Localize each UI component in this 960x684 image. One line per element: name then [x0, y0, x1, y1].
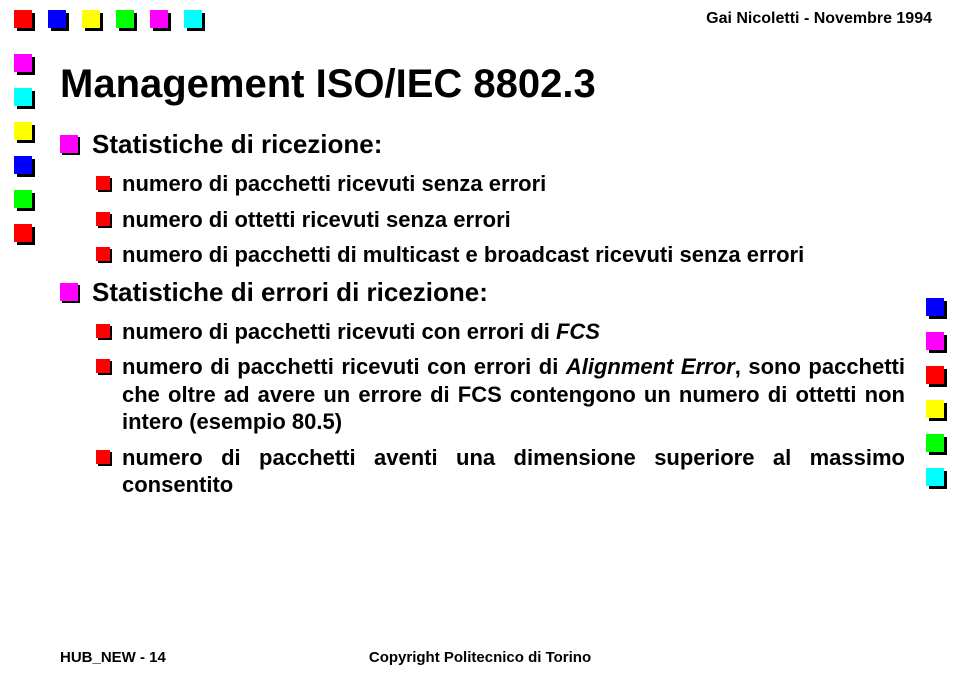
- square-bullet-icon: [60, 135, 78, 153]
- level2-text: numero di pacchetti aventi una dimension…: [122, 444, 905, 499]
- level2-item: numero di pacchetti ricevuti con errori …: [96, 353, 905, 436]
- level1-text: Statistiche di errori di ricezione:: [92, 277, 488, 308]
- slide-title: Management ISO/IEC 8802.3: [60, 62, 905, 107]
- decorative-square: [116, 10, 134, 28]
- level1-item: Statistiche di ricezione:: [60, 129, 905, 160]
- decorative-square: [14, 10, 32, 28]
- level2-item: numero di pacchetti di multicast e broad…: [96, 241, 905, 269]
- decorative-square: [14, 224, 32, 242]
- level2-item: numero di pacchetti ricevuti senza error…: [96, 170, 905, 198]
- slide-content: Management ISO/IEC 8802.3 Statistiche di…: [60, 62, 905, 507]
- decorative-square: [14, 190, 32, 208]
- decorative-square: [14, 54, 32, 72]
- level2-text: numero di pacchetti ricevuti senza error…: [122, 170, 546, 198]
- decorative-square: [150, 10, 168, 28]
- decorative-square: [14, 88, 32, 106]
- level2-text: numero di ottetti ricevuti senza errori: [122, 206, 511, 234]
- decorative-square: [926, 400, 944, 418]
- decorative-square: [184, 10, 202, 28]
- level2-text: numero di pacchetti ricevuti con errori …: [122, 353, 905, 436]
- square-bullet-icon: [96, 176, 110, 190]
- decorative-square: [14, 156, 32, 174]
- decorative-square: [926, 298, 944, 316]
- decorative-square: [926, 468, 944, 486]
- level1-item: Statistiche di errori di ricezione:: [60, 277, 905, 308]
- square-bullet-icon: [96, 247, 110, 261]
- square-bullet-icon: [96, 450, 110, 464]
- square-bullet-icon: [60, 283, 78, 301]
- decorative-square: [926, 434, 944, 452]
- decorative-square: [14, 122, 32, 140]
- level2-item: numero di pacchetti ricevuti con errori …: [96, 318, 905, 346]
- level2-text: numero di pacchetti ricevuti con errori …: [122, 318, 600, 346]
- level2-text: numero di pacchetti di multicast e broad…: [122, 241, 804, 269]
- square-bullet-icon: [96, 212, 110, 226]
- decorative-square: [48, 10, 66, 28]
- header-attribution: Gai Nicoletti - Novembre 1994: [706, 10, 932, 28]
- decorative-square: [82, 10, 100, 28]
- level1-text: Statistiche di ricezione:: [92, 129, 382, 160]
- footer-left: HUB_NEW - 14: [60, 649, 166, 666]
- footer-center: Copyright Politecnico di Torino: [369, 649, 591, 666]
- decorative-square: [926, 366, 944, 384]
- level2-item: numero di pacchetti aventi una dimension…: [96, 444, 905, 499]
- square-bullet-icon: [96, 359, 110, 373]
- square-bullet-icon: [96, 324, 110, 338]
- decorative-square: [926, 332, 944, 350]
- level2-item: numero di ottetti ricevuti senza errori: [96, 206, 905, 234]
